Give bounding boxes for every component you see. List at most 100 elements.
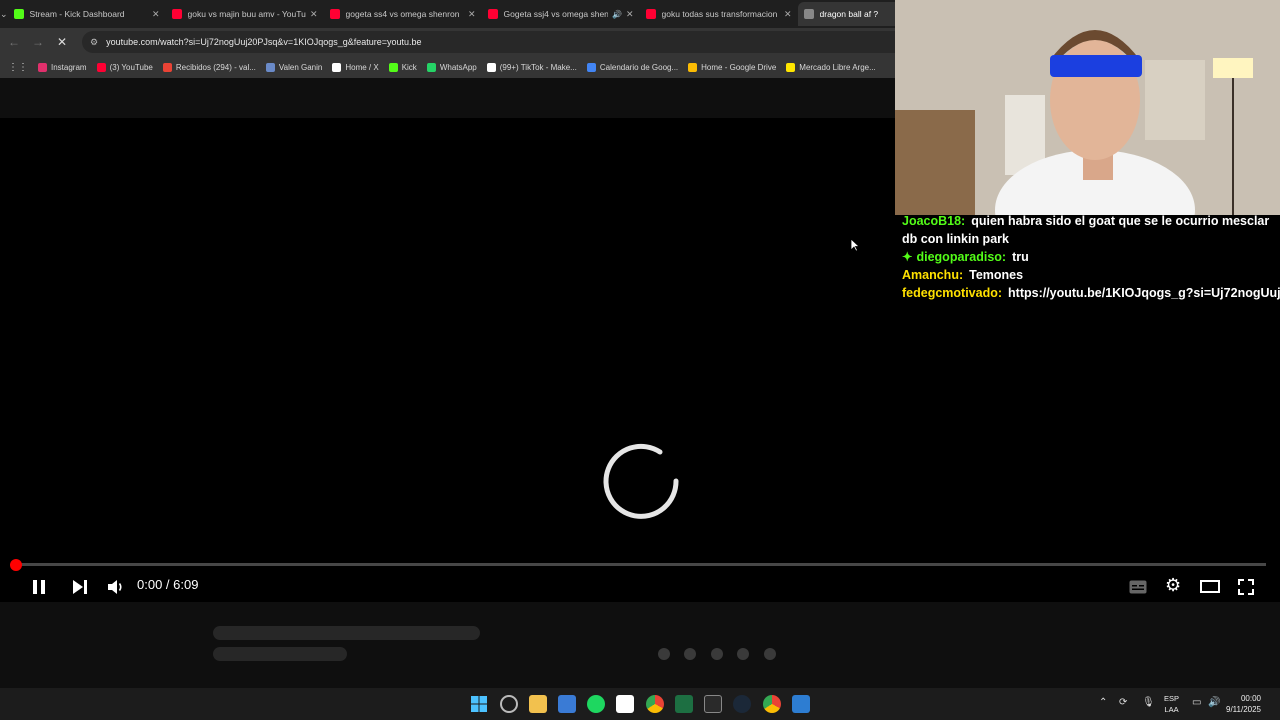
chat-username: fedegcmotivado:: [902, 286, 1003, 300]
volume-icon[interactable]: [107, 579, 125, 595]
loading-spinner-icon: [603, 443, 679, 519]
bookmark-favicon-icon: [486, 62, 496, 72]
system-clock[interactable]: 00:00 9/11/2025: [1226, 693, 1261, 715]
bookmark-favicon-icon: [96, 62, 106, 72]
omnibox[interactable]: ⚙ youtube.com/watch?si=Uj72nogUuj20PJsq&…: [82, 31, 895, 53]
bookmark-label: Instagram: [51, 62, 87, 72]
address-bar-row: ← → ✕ ⚙ youtube.com/watch?si=Uj72nogUuj2…: [0, 28, 895, 56]
tab-favicon-icon: [13, 9, 24, 19]
browser-tab[interactable]: Gogeta ssj4 vs omega shen 🔊 ✕: [482, 2, 640, 26]
excel-icon[interactable]: [675, 695, 693, 713]
keyboard-layout: LAA: [1164, 705, 1179, 714]
tray-overflow-icon[interactable]: ⌃: [1099, 697, 1107, 708]
apps-grid-icon[interactable]: ⋮⋮: [8, 62, 28, 73]
input-language[interactable]: ESP LAA: [1164, 693, 1179, 715]
bookmark-item[interactable]: Mercado Libre Arge...: [786, 62, 876, 72]
tab-title: Gogeta ssj4 vs omega shen: [503, 9, 609, 19]
chat-overlay: JoacoB18: quien habra sido el goat que se…: [902, 212, 1280, 302]
bookmark-favicon-icon: [332, 62, 342, 72]
forward-button[interactable]: →: [26, 35, 50, 49]
tab-close-icon[interactable]: ✕: [152, 9, 160, 20]
bookmark-item[interactable]: Valen Ganin: [265, 62, 322, 72]
bookmark-item[interactable]: Home / X: [332, 62, 379, 72]
webcam-overlay: [895, 0, 1280, 215]
bookmark-label: Home - Google Drive: [701, 62, 777, 72]
windows-start-icon[interactable]: [470, 695, 488, 713]
spotify-icon[interactable]: [587, 695, 605, 713]
bookmark-label: Kick: [401, 62, 417, 72]
widgets-icon[interactable]: [500, 695, 518, 713]
bookmark-item[interactable]: (99+) TikTok - Make...: [486, 62, 577, 72]
steam-icon[interactable]: [733, 695, 751, 713]
clock-date: 9/11/2025: [1226, 705, 1261, 714]
stop-loading-button[interactable]: ✕: [50, 35, 74, 49]
subtitles-icon[interactable]: [1129, 580, 1147, 594]
settings-gear-icon[interactable]: ⚙: [1165, 575, 1181, 596]
youtube-masthead-area: [0, 78, 895, 118]
language-code: ESP: [1164, 694, 1180, 703]
progress-bar[interactable]: [10, 559, 1266, 571]
tab-close-icon[interactable]: ✕: [310, 9, 318, 20]
bookmark-favicon-icon: [265, 62, 275, 72]
url-text: youtube.com/watch?si=Uj72nogUuj20PJsq&v=…: [106, 37, 422, 47]
tab-title: goku vs majin buu amv - YouTu: [187, 9, 306, 19]
browser-tab[interactable]: goku todas sus transformacion ✕: [640, 2, 798, 26]
tab-title: goku todas sus transformacion: [661, 9, 778, 19]
back-button[interactable]: ←: [2, 35, 26, 49]
tab-audio-icon[interactable]: 🔊: [612, 10, 622, 19]
bookmark-item[interactable]: Instagram: [38, 62, 87, 72]
pause-icon[interactable]: [31, 579, 47, 595]
loading-dot: [684, 648, 696, 660]
bookmark-item[interactable]: Home - Google Drive: [688, 62, 777, 72]
loading-dot: [658, 648, 670, 660]
next-video-icon[interactable]: [72, 580, 88, 594]
bookmark-item[interactable]: Kick: [388, 62, 417, 72]
player-controls: 0:00 / 6:09 ⚙: [0, 570, 1280, 602]
bookmark-item[interactable]: Recibidos (294) - val...: [162, 62, 256, 72]
bookmark-label: Mercado Libre Arge...: [799, 62, 876, 72]
capcut-icon[interactable]: [616, 695, 634, 713]
bookmark-favicon-icon: [786, 62, 796, 72]
bookmark-item[interactable]: WhatsApp: [426, 62, 477, 72]
tab-close-icon[interactable]: ✕: [468, 9, 476, 20]
chrome-icon[interactable]: [646, 695, 664, 713]
chat-text: tru: [1012, 250, 1029, 264]
chat-username: JoacoB18:: [902, 214, 966, 228]
bookmark-item[interactable]: Calendario de Goog...: [586, 62, 679, 72]
tab-close-icon[interactable]: ✕: [784, 9, 792, 20]
windows-taskbar: ⌃ ⟳ 🎙 ESP LAA ▭ 🔊 00:00 9/11/2025: [0, 688, 1280, 720]
loading-dot: [764, 648, 776, 660]
fullscreen-icon[interactable]: [1238, 579, 1254, 595]
file-explorer-icon[interactable]: [529, 695, 547, 713]
speaker-icon[interactable]: 🔊: [1208, 697, 1220, 708]
browser-tab[interactable]: Stream - Kick Dashboard ✕: [8, 2, 166, 26]
chat-badge-icon: ✦: [902, 250, 913, 264]
bookmark-favicon-icon: [426, 62, 436, 72]
tab-search-button[interactable]: ⌄: [0, 0, 8, 28]
bookmark-label: Calendario de Goog...: [599, 62, 679, 72]
epic-games-icon[interactable]: [704, 695, 722, 713]
browser-tab[interactable]: goku vs majin buu amv - YouTu ✕: [166, 2, 324, 26]
microsoft-store-icon[interactable]: [558, 695, 576, 713]
microphone-icon[interactable]: 🎙: [1142, 697, 1155, 708]
mouse-cursor-icon: [850, 238, 860, 252]
sync-icon[interactable]: ⟳: [1119, 697, 1127, 708]
chat-text: https://youtu.be/1KIOJqogs_g?si=Uj72nogU…: [1008, 286, 1280, 300]
chat-text: Temones: [969, 268, 1024, 282]
tab-favicon-icon: [645, 9, 656, 19]
photos-icon[interactable]: [792, 695, 810, 713]
below-video-placeholder: [0, 602, 1280, 688]
site-info-icon[interactable]: ⚙: [90, 37, 98, 48]
subtitle-placeholder: [213, 647, 347, 661]
chrome-active-icon[interactable]: [763, 695, 781, 713]
browser-tab[interactable]: gogeta ss4 vs omega shenron ✕: [324, 2, 482, 26]
network-icon[interactable]: ▭: [1192, 697, 1201, 708]
tab-close-icon[interactable]: ✕: [626, 9, 634, 20]
theater-mode-icon[interactable]: [1200, 580, 1220, 593]
bookmark-label: (3) YouTube: [109, 62, 153, 72]
bookmark-item[interactable]: (3) YouTube: [96, 62, 153, 72]
bookmark-favicon-icon: [38, 62, 47, 72]
chat-message: fedegcmotivado: https://youtu.be/1KIOJqog…: [902, 284, 1280, 302]
tab-title: Stream - Kick Dashboard: [29, 9, 125, 19]
chat-username: Amanchu:: [902, 268, 964, 282]
